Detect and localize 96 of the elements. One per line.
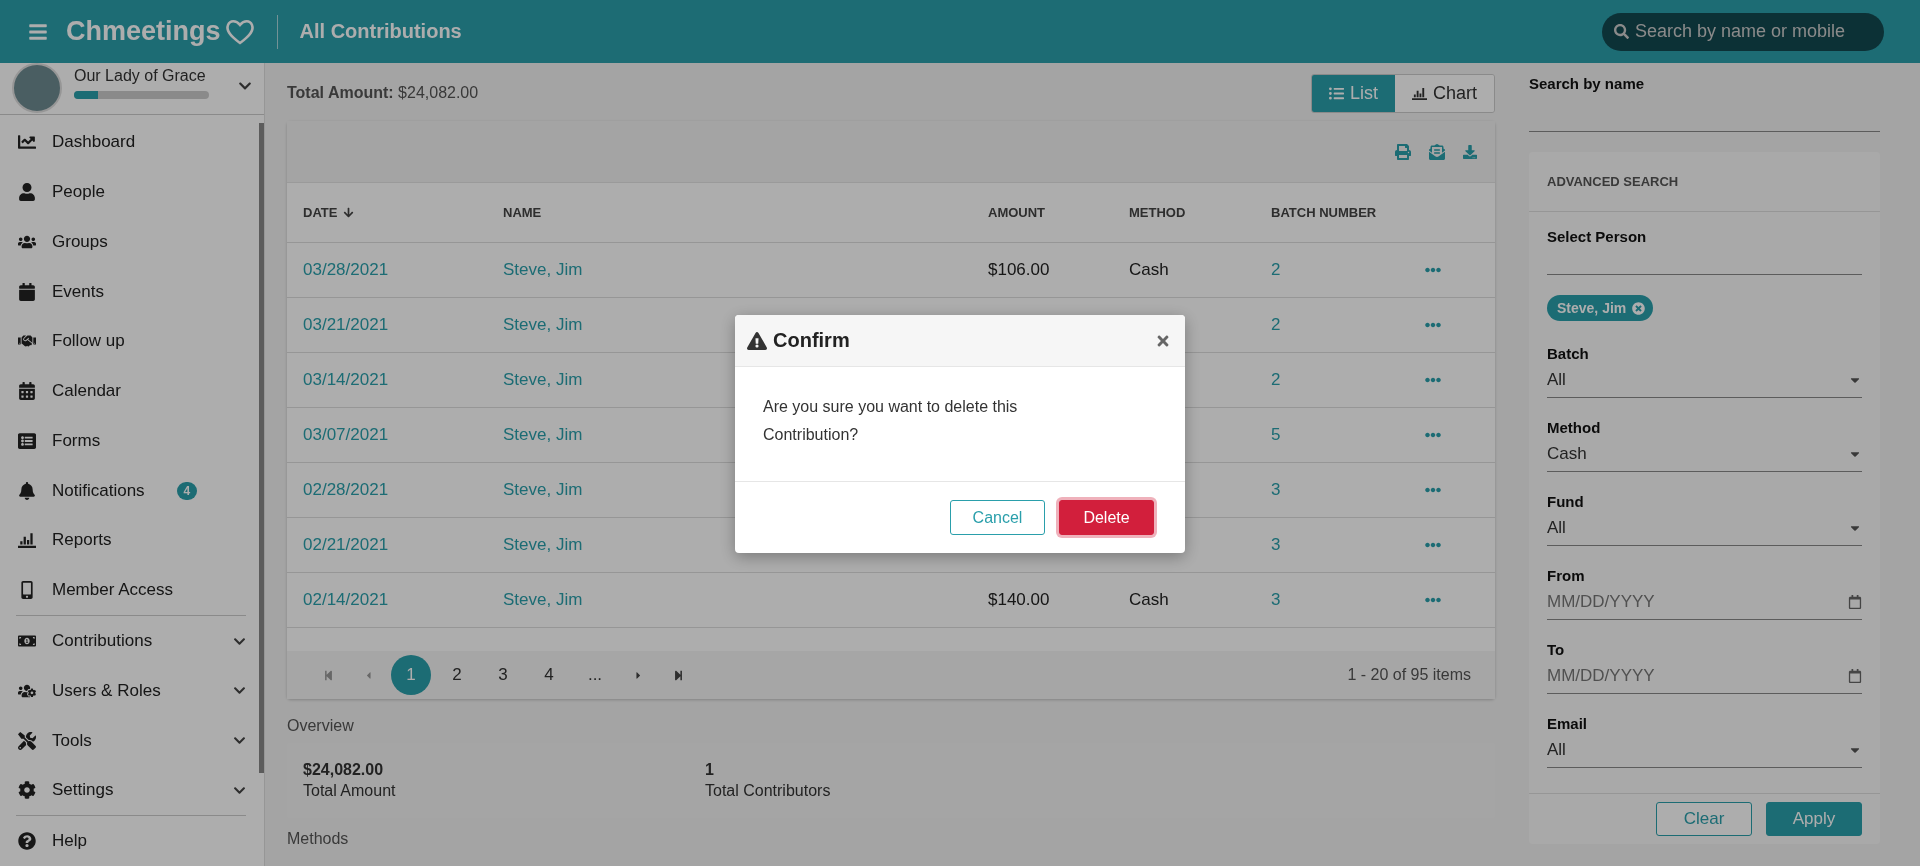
name-link[interactable]: Steve, Jim bbox=[503, 425, 583, 444]
date-field[interactable]: MM/DD/YYYY bbox=[1547, 658, 1862, 694]
dropdown[interactable]: All bbox=[1547, 362, 1862, 398]
date-link[interactable]: 02/21/2021 bbox=[303, 535, 389, 554]
calendar-icon bbox=[18, 282, 36, 301]
phone-icon bbox=[18, 581, 36, 600]
warning-icon bbox=[747, 330, 767, 351]
table-cell: Cash bbox=[1129, 260, 1169, 279]
date-link[interactable]: 03/21/2021 bbox=[303, 315, 389, 334]
view-tab[interactable]: List bbox=[1311, 74, 1395, 112]
batch-link[interactable]: 3 bbox=[1271, 480, 1281, 499]
question-icon bbox=[18, 832, 36, 851]
stat-label: Total Contributors bbox=[705, 782, 832, 800]
panel-title: ADVANCED SEARCH bbox=[1529, 152, 1880, 212]
list-icon bbox=[1328, 85, 1344, 101]
person-chip[interactable]: Steve, Jim bbox=[1547, 295, 1654, 321]
date-field[interactable]: MM/DD/YYYY bbox=[1547, 584, 1862, 620]
dialog-message: Are you sure you want to delete this Contribution? bbox=[762, 397, 1019, 445]
batch-link[interactable]: 3 bbox=[1271, 535, 1281, 554]
items-count: 1 - 20 of 95 items bbox=[1347, 666, 1471, 684]
batch-link[interactable]: 2 bbox=[1271, 260, 1281, 279]
logo-text: Chmeetings bbox=[66, 16, 221, 47]
stat-value: 1 bbox=[705, 761, 715, 779]
total-amount: Total Amount: $24,082.00 bbox=[287, 84, 479, 102]
section-title: Methods bbox=[287, 830, 350, 848]
date-link[interactable]: 03/28/2021 bbox=[303, 260, 389, 279]
field-label: Search by name bbox=[1529, 75, 1646, 92]
date-link[interactable]: 03/14/2021 bbox=[303, 370, 389, 389]
page-button[interactable]: 4 bbox=[529, 655, 569, 695]
column-header[interactable]: METHOD bbox=[1129, 205, 1271, 220]
field-label: Email bbox=[1547, 715, 1589, 732]
field-label: Batch bbox=[1547, 345, 1590, 362]
field-label: To bbox=[1547, 641, 1566, 658]
batch-link[interactable]: 2 bbox=[1271, 370, 1281, 389]
search-field[interactable]: Search by name or mobile bbox=[1602, 12, 1884, 51]
calendar-icon bbox=[1848, 594, 1862, 609]
remove-icon[interactable] bbox=[1632, 301, 1646, 315]
print-icon[interactable] bbox=[1395, 143, 1411, 160]
column-header[interactable]: NAME bbox=[503, 205, 988, 220]
batch-link[interactable]: 5 bbox=[1271, 425, 1281, 444]
name-link[interactable]: Steve, Jim bbox=[503, 590, 583, 609]
view-tab[interactable]: Chart bbox=[1395, 74, 1494, 112]
section-title: Overview bbox=[287, 717, 355, 735]
menu-icon[interactable] bbox=[28, 21, 48, 42]
line-chart-icon bbox=[18, 133, 36, 152]
table-cell: $140.00 bbox=[988, 590, 1050, 609]
bar-chart-icon bbox=[1412, 85, 1427, 101]
field-label: From bbox=[1547, 567, 1586, 584]
date-link[interactable]: 02/14/2021 bbox=[303, 590, 389, 609]
clear-button[interactable]: Clear bbox=[1656, 802, 1752, 836]
dropdown[interactable]: All bbox=[1547, 510, 1862, 546]
field-label: Select Person bbox=[1547, 228, 1648, 245]
batch-link[interactable]: 3 bbox=[1271, 590, 1281, 609]
bell-icon bbox=[18, 481, 36, 500]
count-badge: 4 bbox=[176, 481, 198, 500]
dropdown[interactable]: Cash bbox=[1547, 436, 1862, 472]
name-link[interactable]: Steve, Jim bbox=[503, 315, 583, 334]
name-link[interactable]: Steve, Jim bbox=[503, 535, 583, 554]
dropdown[interactable]: All bbox=[1547, 732, 1862, 768]
table-cell: Cash bbox=[1129, 590, 1169, 609]
column-header[interactable]: AMOUNT bbox=[988, 205, 1129, 220]
table-cell: $106.00 bbox=[988, 260, 1050, 279]
page-title: All Contributions bbox=[299, 20, 462, 43]
mail-icon[interactable] bbox=[1429, 143, 1445, 160]
field-label: Fund bbox=[1547, 493, 1585, 510]
column-header[interactable]: BATCH NUMBER bbox=[1271, 205, 1425, 220]
download-icon[interactable] bbox=[1463, 144, 1477, 159]
heart-logo-icon bbox=[224, 18, 255, 45]
page-button[interactable]: 1 bbox=[391, 655, 431, 695]
person-icon bbox=[18, 183, 36, 201]
date-link[interactable]: 03/07/2021 bbox=[303, 425, 389, 444]
calendar-icon bbox=[1848, 668, 1862, 683]
gear-icon bbox=[18, 781, 36, 800]
field-label: Method bbox=[1547, 419, 1602, 436]
calendar-grid-icon bbox=[18, 382, 36, 401]
name-link[interactable]: Steve, Jim bbox=[503, 260, 583, 279]
cancel-button[interactable]: Cancel bbox=[950, 500, 1045, 535]
date-link[interactable]: 02/28/2021 bbox=[303, 480, 389, 499]
org-name: Our Lady of Grace bbox=[74, 67, 207, 85]
apply-button[interactable]: Apply bbox=[1766, 802, 1862, 836]
page-button[interactable]: 2 bbox=[437, 655, 477, 695]
page-button[interactable]: ... bbox=[575, 655, 615, 695]
name-link[interactable]: Steve, Jim bbox=[503, 480, 583, 499]
batch-link[interactable]: 2 bbox=[1271, 315, 1281, 334]
name-link[interactable]: Steve, Jim bbox=[503, 370, 583, 389]
bar-chart-icon bbox=[18, 531, 36, 550]
dialog-title: Confirm bbox=[773, 329, 850, 352]
sidebar-item[interactable]: Help bbox=[0, 816, 264, 866]
stat-value: $24,082.00 bbox=[303, 761, 385, 779]
stat-label: Total Amount bbox=[303, 782, 397, 800]
delete-button[interactable]: Delete bbox=[1059, 500, 1154, 535]
list-icon bbox=[18, 431, 36, 450]
page-button[interactable]: 3 bbox=[483, 655, 523, 695]
tools-icon bbox=[18, 731, 36, 750]
search-icon bbox=[1614, 24, 1629, 39]
column-header[interactable]: DATE bbox=[303, 205, 503, 220]
